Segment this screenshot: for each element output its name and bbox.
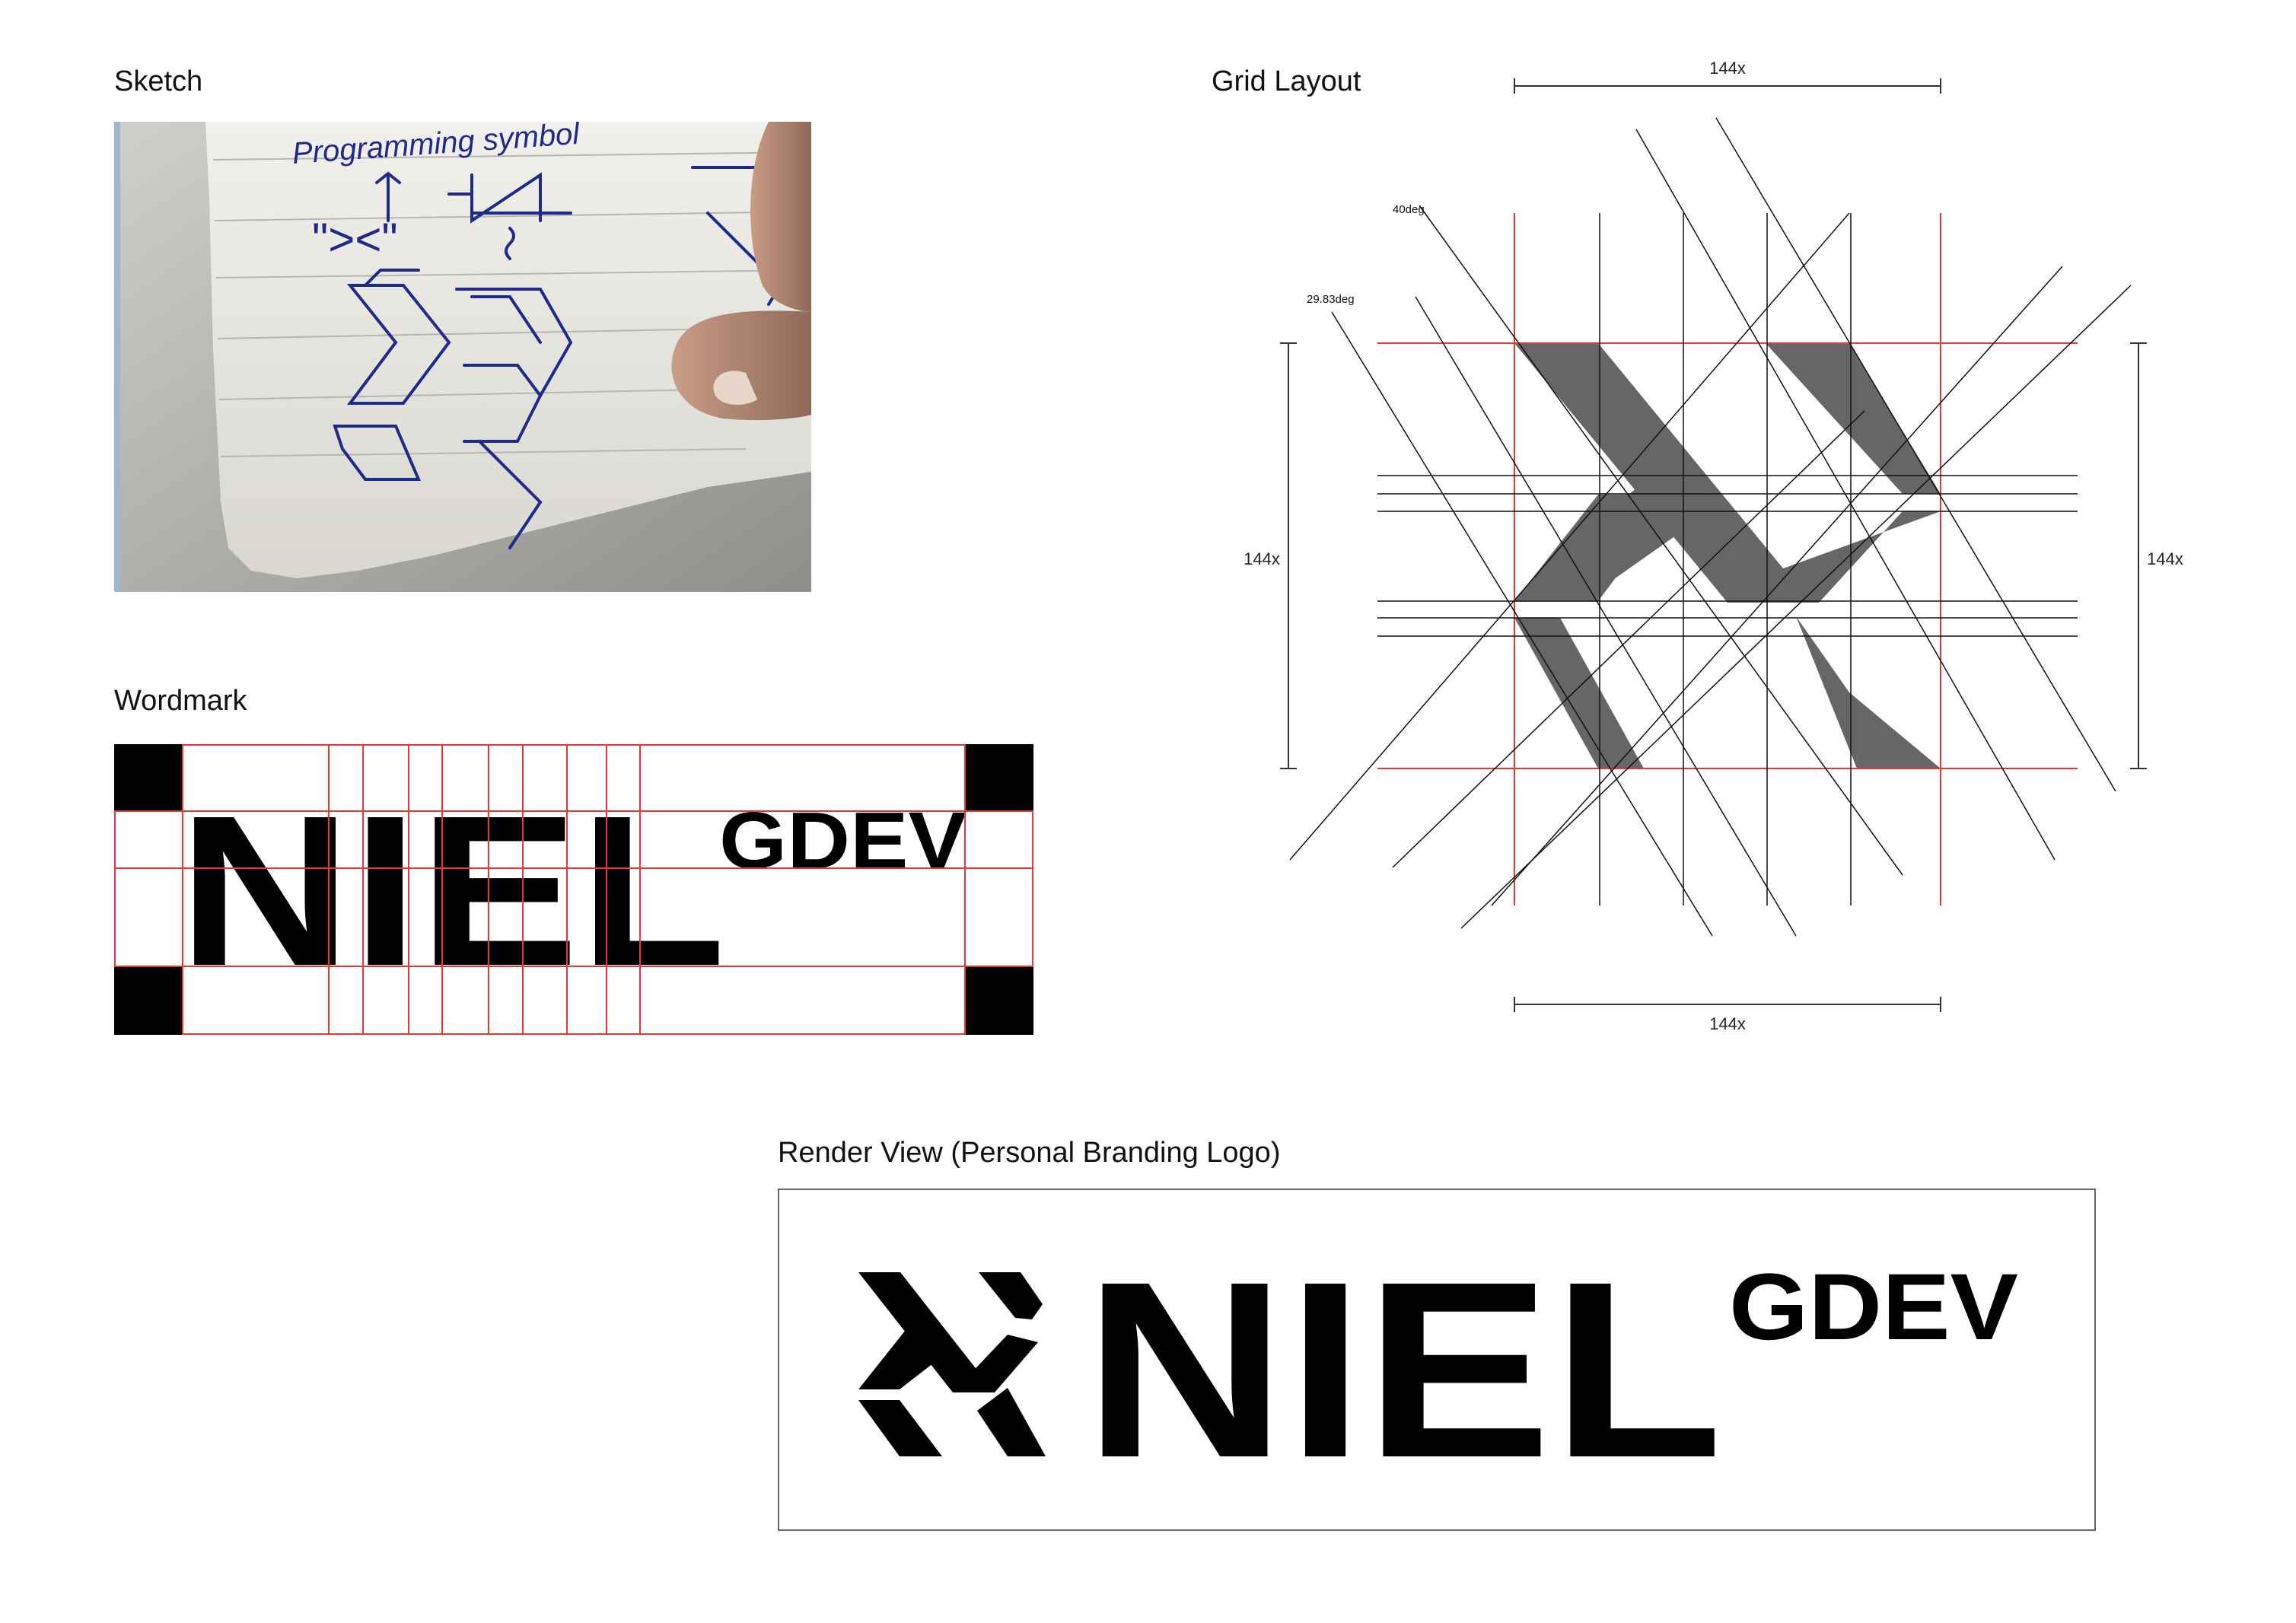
sketch-photo: Programming symbol "><" — [114, 117, 814, 592]
dimension-top-label: 144x — [1709, 59, 1746, 78]
dimension-right-label: 144x — [2147, 549, 2183, 568]
corner-square-tr — [965, 744, 1033, 811]
angle-40-label: 40deg — [1393, 203, 1425, 216]
render-view-frame: NIEL GDEV — [778, 1189, 2096, 1531]
render-logo-suffix: GDEV — [1729, 1255, 2018, 1360]
render-logo-name: NIEL — [1084, 1229, 1723, 1510]
corner-square-br — [965, 966, 1033, 1035]
sketch-heading: Sketch — [114, 65, 203, 97]
sketch-quote-text: "><" — [312, 214, 398, 265]
wordmark-suffix: GDEV — [719, 796, 966, 886]
render-view-heading: Render View (Personal Branding Logo) — [778, 1137, 1281, 1169]
dimension-bottom-label: 144x — [1709, 1014, 1746, 1033]
grid-layout-diagram: 144x 144x 144x 144x 40deg 29.83deg — [1218, 46, 2207, 1050]
wordmark-construction: NIEL GDEV — [114, 744, 1033, 1035]
corner-square-bl — [114, 966, 183, 1035]
wordmark-name: NIEL — [178, 771, 726, 1010]
wordmark-heading: Wordmark — [114, 685, 247, 717]
logo-symbol — [858, 1272, 1046, 1456]
symbol-shapes — [1514, 343, 1941, 769]
corner-square-tl — [114, 744, 183, 811]
angle-29-label: 29.83deg — [1307, 293, 1355, 306]
dimension-left-label: 144x — [1244, 549, 1280, 568]
